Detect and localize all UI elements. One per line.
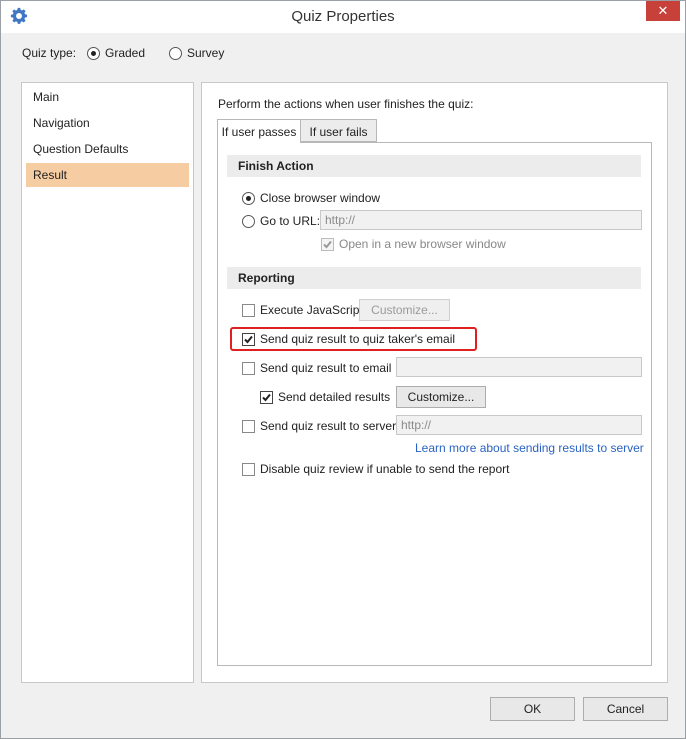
- title-bar: Quiz Properties ✕: [1, 1, 685, 33]
- tab-if-user-passes[interactable]: If user passes: [217, 119, 301, 143]
- disable-review-label[interactable]: Disable quiz review if unable to send th…: [260, 462, 509, 476]
- reporting-header: Reporting: [227, 267, 641, 289]
- nav-item-main[interactable]: Main: [26, 85, 189, 109]
- cancel-button[interactable]: Cancel: [583, 697, 668, 721]
- left-nav: Main Navigation Question Defaults Result: [21, 82, 194, 683]
- url-input[interactable]: http://: [320, 210, 642, 230]
- ok-button[interactable]: OK: [490, 697, 575, 721]
- close-browser-radio[interactable]: [242, 192, 255, 205]
- send-to-taker-checkbox[interactable]: [242, 333, 255, 346]
- disable-review-checkbox[interactable]: [242, 463, 255, 476]
- send-to-email-label[interactable]: Send quiz result to email: [260, 361, 391, 375]
- customize-js-button[interactable]: Customize...: [359, 299, 450, 321]
- send-to-server-label[interactable]: Send quiz result to server: [260, 419, 396, 433]
- send-detailed-checkbox[interactable]: [260, 391, 273, 404]
- graded-radio[interactable]: [87, 47, 100, 60]
- survey-label[interactable]: Survey: [187, 46, 224, 60]
- tab-if-user-fails[interactable]: If user fails: [300, 119, 377, 142]
- nav-item-result[interactable]: Result: [26, 163, 189, 187]
- learn-more-link[interactable]: Learn more about sending results to serv…: [415, 441, 644, 455]
- go-to-url-label[interactable]: Go to URL:: [260, 214, 320, 228]
- window-title: Quiz Properties: [291, 8, 395, 25]
- server-url-input[interactable]: http://: [396, 415, 642, 435]
- execute-js-label[interactable]: Execute JavaScript: [260, 303, 363, 317]
- check-icon: [262, 393, 271, 402]
- reporting-title: Reporting: [238, 271, 295, 285]
- finish-action-title: Finish Action: [238, 159, 314, 173]
- quiz-type-label: Quiz type:: [22, 46, 77, 60]
- check-icon: [323, 240, 332, 249]
- quiz-properties-window: Quiz Properties ✕ Quiz type: Graded Surv…: [0, 0, 686, 739]
- radio-selected-dot: [246, 196, 251, 201]
- radio-selected-dot: [91, 51, 96, 56]
- open-new-window-label: Open in a new browser window: [339, 237, 506, 251]
- send-to-taker-label[interactable]: Send quiz result to quiz taker's email: [260, 332, 455, 346]
- graded-label[interactable]: Graded: [105, 46, 145, 60]
- check-icon: [244, 335, 253, 344]
- send-to-server-checkbox[interactable]: [242, 420, 255, 433]
- send-to-email-checkbox[interactable]: [242, 362, 255, 375]
- customize-detailed-button[interactable]: Customize...: [396, 386, 486, 408]
- close-browser-label[interactable]: Close browser window: [260, 191, 380, 205]
- nav-item-navigation[interactable]: Navigation: [26, 111, 189, 135]
- close-button[interactable]: ✕: [646, 1, 680, 21]
- email-input[interactable]: [396, 357, 642, 377]
- open-new-window-checkbox[interactable]: [321, 238, 334, 251]
- survey-radio[interactable]: [169, 47, 182, 60]
- execute-js-checkbox[interactable]: [242, 304, 255, 317]
- result-intro: Perform the actions when user finishes t…: [218, 97, 474, 111]
- finish-action-header: Finish Action: [227, 155, 641, 177]
- nav-item-question-defaults[interactable]: Question Defaults: [26, 137, 189, 161]
- go-to-url-radio[interactable]: [242, 215, 255, 228]
- send-detailed-label[interactable]: Send detailed results: [278, 390, 390, 404]
